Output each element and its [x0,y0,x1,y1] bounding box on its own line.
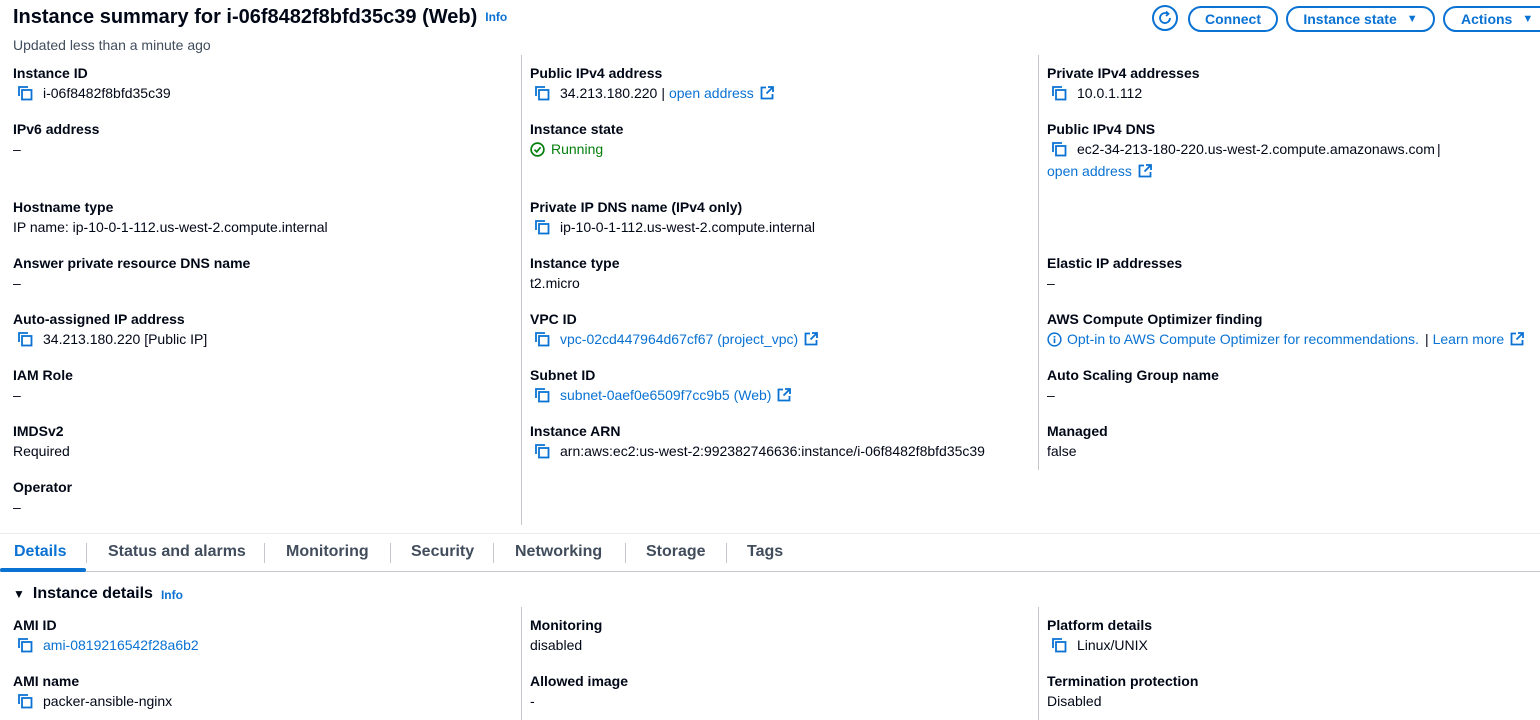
copy-icon[interactable] [534,219,550,235]
copy-icon[interactable] [17,637,33,653]
field-instance-type: Instance type t2.micro [530,255,620,291]
field-ipv6: IPv6 address – [13,121,100,157]
field-subnet-id: Subnet ID subnet-0aef0e6509f7cc9b5 (Web) [530,365,791,405]
field-auto-ip: Auto-assigned IP address 34.213.180.220 … [13,311,208,347]
tab-separator [625,543,626,563]
field-allowed-image: Allowed image - [530,673,629,709]
tabs-divider [0,571,1540,572]
external-link-icon[interactable] [1510,332,1524,346]
field-public-dns: Public IPv4 DNS ec2-34-213-180-220.us-we… [1047,121,1441,181]
field-iam-role: IAM Role – [13,367,73,403]
tab-storage[interactable]: Storage [646,543,706,561]
field-vpc-id: VPC ID vpc-02cd447964d67cf67 (project_vp… [530,309,818,349]
instance-state-button[interactable]: Instance state ▼ [1286,6,1435,32]
tab-status-and-alarms[interactable]: Status and alarms [108,543,246,561]
caret-down-icon: ▼ [1522,13,1534,25]
external-link-icon[interactable] [804,332,818,346]
open-address-link[interactable]: open address [669,83,754,103]
copy-icon[interactable] [1051,637,1067,653]
copy-icon[interactable] [534,331,550,347]
copy-icon[interactable] [1051,85,1067,101]
column-divider [521,55,522,525]
copy-icon[interactable] [534,443,550,459]
column-divider [521,607,522,720]
tab-separator [86,543,87,563]
tab-separator [264,543,265,563]
tab-separator [493,543,494,563]
info-circle-icon [1047,331,1062,347]
tab-monitoring[interactable]: Monitoring [286,543,369,561]
field-managed: Managed false [1047,423,1108,459]
tab-networking[interactable]: Networking [515,543,602,561]
learn-more-link[interactable]: Learn more [1433,329,1505,349]
info-link[interactable]: Info [161,588,183,602]
info-link[interactable]: Info [485,10,507,24]
field-private-dns: Private IP DNS name (IPv4 only) ip-10-0-… [530,199,815,235]
connect-button[interactable]: Connect [1188,6,1278,32]
field-public-ipv4: Public IPv4 address 34.213.180.220 | open … [530,63,774,103]
instance-details-header[interactable]: ▼ Instance details Info [13,585,183,603]
actions-button[interactable]: Actions ▼ [1443,6,1540,32]
page-title: Instance summary for i-06f8482f8bfd35c39… [13,6,508,28]
optimizer-opt-in-link[interactable]: Opt-in to AWS Compute Optimizer for reco… [1067,329,1419,349]
tab-separator [390,543,391,563]
field-termination: Termination protection Disabled [1047,673,1199,709]
external-link-icon[interactable] [777,388,791,402]
caret-down-icon: ▼ [1406,13,1418,25]
check-circle-icon [530,141,545,157]
copy-icon[interactable] [534,387,550,403]
column-divider [1038,607,1039,720]
field-instance-arn: Instance ARN arn:aws:ec2:us-west-2:99238… [530,423,985,459]
copy-icon[interactable] [17,331,33,347]
refresh-button[interactable] [1152,5,1178,31]
field-optimizer: AWS Compute Optimizer finding Opt-in to … [1047,309,1524,349]
field-hostname-type: Hostname type IP name: ip-10-0-1-112.us-… [13,199,328,235]
external-link-icon[interactable] [1138,164,1152,178]
field-elastic-ip: Elastic IP addresses – [1047,255,1183,291]
field-platform: Platform details Linux/UNIX [1047,617,1153,653]
field-asg: Auto Scaling Group name – [1047,367,1219,403]
tab-separator [726,543,727,563]
caret-down-icon: ▼ [13,587,25,601]
field-private-ipv4: Private IPv4 addresses 10.0.1.112 [1047,65,1200,101]
field-instance-id: Instance ID i-06f8482f8bfd35c39 [13,65,171,101]
copy-icon[interactable] [17,85,33,101]
field-operator: Operator – [13,479,73,515]
subnet-link[interactable]: subnet-0aef0e6509f7cc9b5 (Web) [560,385,771,405]
open-address-link[interactable]: open address [1047,161,1132,181]
field-monitoring: Monitoring disabled [530,617,603,653]
column-divider [1038,55,1039,470]
field-ami-id: AMI ID ami-0819216542f28a6b2 [13,617,199,655]
external-link-icon[interactable] [760,86,774,100]
tab-details[interactable]: Details [14,543,66,561]
copy-icon[interactable] [1051,141,1067,157]
field-imdsv2: IMDSv2 Required [13,423,70,459]
updated-text: Updated less than a minute ago [13,37,211,53]
vpc-link[interactable]: vpc-02cd447964d67cf67 (project_vpc) [560,329,798,349]
divider [0,533,1540,534]
status-badge: Running [551,141,604,157]
field-ami-name: AMI name packer-ansible-nginx [13,673,173,709]
tab-security[interactable]: Security [411,543,474,561]
copy-icon[interactable] [17,693,33,709]
field-answer-dns: Answer private resource DNS name – [13,255,251,291]
tab-tags[interactable]: Tags [747,543,783,561]
active-tab-indicator [0,568,86,572]
field-instance-state: Instance state Running [530,121,624,157]
ami-id-link[interactable]: ami-0819216542f28a6b2 [43,635,199,655]
copy-icon[interactable] [534,85,550,101]
refresh-icon [1159,10,1171,24]
